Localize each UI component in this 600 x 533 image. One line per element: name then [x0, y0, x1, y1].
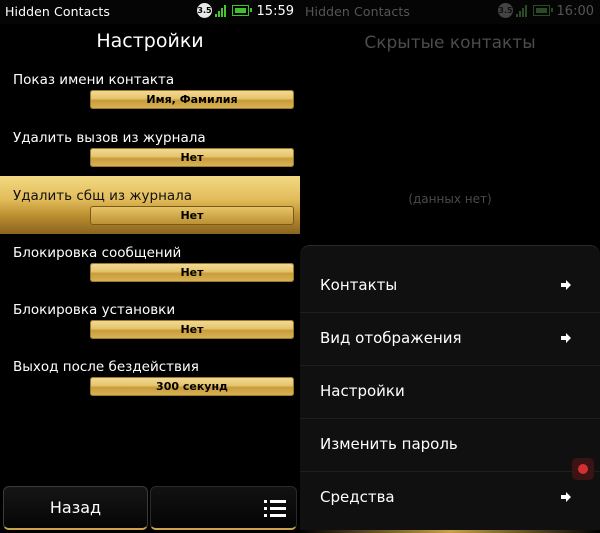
bottom-toolbar: Назад — [0, 484, 300, 533]
status-time: 15:59 — [256, 4, 294, 19]
options-popup-menu: Контакты Вид отображения Настройки Измен… — [300, 245, 600, 533]
setting-value[interactable]: Имя, Фамилия — [90, 90, 294, 109]
setting-label: Показ имени контакта — [13, 72, 175, 88]
setting-value[interactable]: Нет — [90, 263, 294, 282]
menu-icon — [264, 500, 286, 518]
setting-message-block[interactable]: Блокировка сообщений Нет — [0, 237, 300, 293]
menu-item-view-mode[interactable]: Вид отображения — [300, 312, 600, 366]
setting-label: Удалить вызов из журнала — [13, 130, 206, 146]
status-time: 16:00 — [556, 4, 594, 19]
menu-item-label: Средства — [320, 488, 395, 506]
empty-state-text: (данных нет) — [408, 192, 492, 206]
menu-item-change-password[interactable]: Изменить пароль — [300, 418, 600, 472]
setting-label: Блокировка установки — [13, 302, 176, 318]
status-app-name: Hidden Contacts — [305, 4, 410, 19]
record-icon[interactable] — [572, 458, 594, 480]
signal-icon — [516, 5, 530, 17]
setting-delete-call-log[interactable]: Удалить вызов из журнала Нет — [0, 122, 300, 178]
arrow-right-icon — [561, 333, 571, 343]
menu-item-label: Контакты — [320, 276, 398, 294]
settings-screen: Hidden Contacts 3.5 15:59 Настройки Пока… — [0, 0, 300, 533]
setting-value[interactable]: Нет — [90, 148, 294, 167]
page-title: Скрытые контакты — [364, 33, 536, 53]
setting-value[interactable]: Нет — [90, 320, 294, 339]
options-menu-button[interactable] — [150, 486, 297, 530]
menu-item-label: Вид отображения — [320, 329, 462, 347]
hidden-contacts-screen: Hidden Contacts 3.5 16:00 Скрытые контак… — [300, 0, 600, 533]
setting-value[interactable]: Нет — [90, 206, 294, 225]
setting-idle-exit[interactable]: Выход после бездействия 300 секунд — [0, 351, 300, 407]
setting-install-block[interactable]: Блокировка установки Нет — [0, 294, 300, 350]
setting-delete-sms-log[interactable]: Удалить сбщ из журнала Нет — [0, 176, 300, 234]
setting-label: Удалить сбщ из журнала — [13, 188, 193, 204]
setting-label: Выход после бездействия — [13, 359, 199, 375]
menu-item-contacts[interactable]: Контакты — [300, 259, 600, 313]
menu-item-tools[interactable]: Средства — [300, 471, 600, 524]
setting-show-contact-name[interactable]: Показ имени контакта Имя, Фамилия — [0, 64, 300, 120]
network-3g-icon: 3.5 — [197, 3, 212, 18]
battery-icon — [533, 5, 553, 16]
back-button[interactable]: Назад — [3, 486, 148, 530]
status-bar: Hidden Contacts 3.5 16:00 — [300, 0, 600, 24]
setting-label: Блокировка сообщений — [13, 245, 182, 261]
network-3g-icon: 3.5 — [498, 3, 513, 18]
status-app-name: Hidden Contacts — [5, 4, 110, 19]
signal-icon — [215, 5, 229, 17]
page-title: Настройки — [96, 30, 204, 52]
arrow-right-icon — [561, 492, 571, 502]
menu-item-settings[interactable]: Настройки — [300, 365, 600, 419]
arrow-right-icon — [561, 280, 571, 290]
battery-icon — [232, 5, 252, 16]
status-bar: Hidden Contacts 3.5 15:59 — [0, 0, 300, 24]
menu-item-label: Изменить пароль — [320, 435, 458, 453]
setting-value[interactable]: 300 секунд — [90, 377, 294, 396]
menu-item-label: Настройки — [320, 382, 405, 400]
